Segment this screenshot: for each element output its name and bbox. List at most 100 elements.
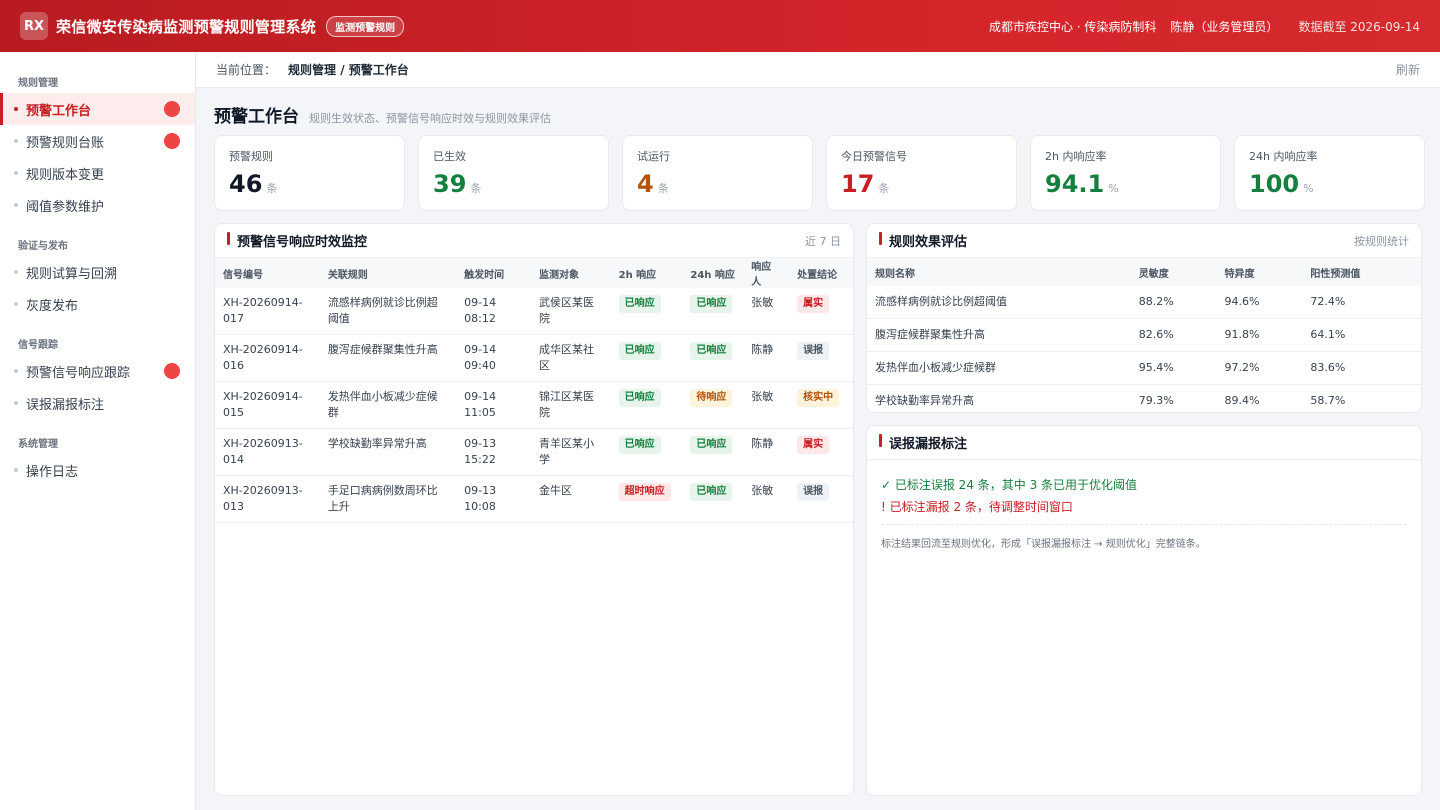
table-row[interactable]: 发热伴血小板减少症候群 95.4% 97.2% 83.6% — [867, 351, 1421, 385]
table-row[interactable]: XH-20260913-013 手足口病病例数周环比上升 09-13 10:08 金牛… — [215, 475, 853, 523]
app-title: 荣信微安传染病监测预警规则管理系统 — [56, 17, 317, 36]
response-24h-badge: 已响应 — [690, 436, 733, 454]
monitor-target: 锦江区某医院 — [530, 381, 611, 429]
disposal-result-badge: 核实中 — [797, 389, 840, 407]
positive-predictive-value: 64.1% — [1302, 318, 1421, 352]
missed-alarm-summary: ! 已标注漏报 2 条，待调整时间窗口 — [881, 500, 1073, 514]
response-2h-badge: 已响应 — [618, 342, 661, 360]
responder: 张敏 — [743, 288, 790, 335]
sidebar-item-backtest[interactable]: 规则试算与回溯 — [0, 256, 195, 288]
stat-label: 已生效 — [433, 150, 466, 163]
column-header: 2h 响应 — [618, 269, 657, 281]
alert-dot-icon — [164, 101, 180, 117]
rule-name: 发热伴血小板减少症候群 — [319, 381, 457, 429]
stat-value: 94.1 — [1045, 170, 1105, 198]
sidebar-item-false-alarm[interactable]: 误报漏报标注 — [0, 387, 195, 419]
stat-value: 46 — [229, 170, 263, 198]
breadcrumb-label: 当前位置： — [216, 63, 277, 77]
stat-label: 24h 内响应率 — [1249, 150, 1318, 163]
sidebar-item-label: 规则试算与回溯 — [26, 266, 118, 282]
module-badge: 监测预警规则 — [326, 15, 405, 37]
refresh-button[interactable]: 刷新 — [1396, 61, 1420, 78]
evaluation-table: 规则名称 灵敏度 特异度 阳性预测值 流感样病例就诊比例超阈值 88.2% 94.6% 72… — [867, 258, 1421, 412]
table-row[interactable]: XH-20260914-016 腹泻症候群聚集性升高 09-14 09:40 成华区某… — [215, 334, 853, 382]
sidebar-item-version-change[interactable]: 规则版本变更 — [0, 157, 195, 189]
table-row[interactable]: 流感样病例就诊比例超阈值 88.2% 94.6% 72.4% — [867, 286, 1421, 319]
positive-predictive-value: 58.7% — [1302, 384, 1421, 412]
alert-dot-icon — [164, 133, 180, 149]
sidebar-item-signal-tracking[interactable]: 预警信号响应跟踪 — [0, 355, 195, 387]
table-row[interactable]: XH-20260914-015 发热伴血小板减少症候群 09-14 11:05 锦江区… — [215, 381, 853, 429]
table-row[interactable]: XH-20260913-014 学校缺勤率异常升高 09-13 15:22 青羊区某小… — [215, 428, 853, 476]
bullet-icon — [14, 107, 18, 111]
nav-group-title: 系统管理 — [18, 439, 58, 450]
current-user[interactable]: 陈静（业务管理员） — [1170, 18, 1278, 35]
trigger-time: 09-14 08:12 — [456, 288, 531, 335]
positive-predictive-value: 72.4% — [1302, 286, 1421, 319]
stat-card[interactable]: 今日预警信号 17 条 — [826, 135, 1017, 211]
stat-card[interactable]: 预警规则 46 条 — [214, 135, 405, 211]
table-row[interactable]: 腹泻症候群聚集性升高 82.6% 91.8% 64.1% — [867, 318, 1421, 352]
sensitivity: 79.3% — [1130, 384, 1217, 412]
response-2h-badge: 已响应 — [618, 436, 661, 454]
sidebar-item-label: 灰度发布 — [26, 298, 79, 314]
sensitivity: 82.6% — [1130, 318, 1217, 352]
period-filter[interactable]: 近 7 日 — [805, 233, 841, 249]
column-header: 灵敏度 — [1138, 268, 1169, 280]
main-content: 当前位置： 规则管理 / 预警工作台 刷新 预警工作台 规则生效状态、预警信号响… — [196, 52, 1440, 810]
trigger-time: 09-13 15:22 — [456, 428, 531, 476]
column-header: 信号编号 — [223, 269, 263, 281]
panel-title: 误报漏报标注 — [879, 433, 967, 452]
nav-group-title: 规则管理 — [18, 78, 58, 89]
trigger-time: 09-14 09:40 — [456, 334, 531, 382]
panel-header: 误报漏报标注 — [867, 426, 1421, 460]
group-by-rule-link[interactable]: 按规则统计 — [1354, 233, 1409, 249]
rule-name: 学校缺勤率异常升高 — [867, 384, 1131, 412]
rule-name: 学校缺勤率异常升高 — [319, 428, 457, 476]
column-header: 24h 响应 — [690, 269, 735, 281]
divider — [881, 524, 1407, 525]
stat-card[interactable]: 24h 内响应率 100% — [1234, 135, 1425, 211]
stat-label: 预警规则 — [229, 150, 273, 163]
column-header: 关联规则 — [327, 269, 368, 281]
rule-name: 手足口病病例数周环比上升 — [319, 475, 457, 523]
breadcrumb: 当前位置： 规则管理 / 预警工作台 刷新 — [196, 52, 1440, 88]
panel-title: 规则效果评估 — [879, 231, 967, 250]
sidebar-item-label: 操作日志 — [26, 464, 79, 480]
panel-header: 规则效果评估 按规则统计 — [867, 224, 1421, 258]
panel-title: 预警信号响应时效监控 — [227, 231, 367, 250]
signal-id: XH-20260913-013 — [215, 475, 320, 523]
stat-unit: 条 — [470, 182, 482, 195]
table-row[interactable]: XH-20260914-017 流感样病例就诊比例超阈值 09-14 08:12 武侯… — [215, 288, 853, 335]
bullet-icon — [14, 139, 18, 143]
table-row[interactable]: 学校缺勤率异常升高 79.3% 89.4% 58.7% — [867, 384, 1421, 412]
column-header: 处置结论 — [797, 269, 838, 281]
stat-card[interactable]: 试运行 4 条 — [622, 135, 813, 211]
sidebar-item-label: 阈值参数维护 — [26, 199, 105, 215]
sidebar: 规则管理 预警工作台 预警规则台账 规则版本变更 阈值参数维护 验证与发布 规则… — [0, 52, 196, 810]
bullet-icon — [14, 302, 18, 306]
sidebar-item-threshold[interactable]: 阈值参数维护 — [0, 189, 195, 221]
stat-card[interactable]: 已生效 39 条 — [418, 135, 609, 211]
rule-name: 流感样病例就诊比例超阈值 — [319, 288, 457, 335]
stat-cards: 预警规则 46 条已生效 39 条试运行 4 条今日预警信号 17 条 2h 内响应率 94.1% 2… — [214, 135, 1425, 211]
monitor-target: 金牛区 — [530, 475, 611, 523]
false-alarm-summary: ✓ 已标注误报 24 条，其中 3 条已用于优化阈值 — [881, 478, 1138, 492]
column-header: 触发时间 — [464, 269, 505, 281]
response-24h-badge: 已响应 — [690, 483, 733, 501]
responder: 张敏 — [743, 381, 790, 429]
sidebar-item-rule-ledger[interactable]: 预警规则台账 — [0, 125, 195, 157]
rule-name: 腹泻症候群聚集性升高 — [867, 318, 1131, 352]
sidebar-item-label: 预警工作台 — [26, 103, 92, 119]
response-24h-badge: 已响应 — [690, 295, 733, 313]
monitor-target: 成华区某社区 — [530, 334, 611, 382]
feedback-note: 标注结果回流至规则优化，形成「误报漏报标注 → 规则优化」完整链条。 — [881, 539, 1206, 550]
sidebar-item-gray-release[interactable]: 灰度发布 — [0, 288, 195, 320]
stat-card[interactable]: 2h 内响应率 94.1% — [1030, 135, 1221, 211]
nav-group-title: 信号跟踪 — [18, 340, 58, 351]
sensitivity: 88.2% — [1130, 286, 1217, 319]
sidebar-item-workbench[interactable]: 预警工作台 — [0, 93, 195, 125]
sidebar-item-operation-log[interactable]: 操作日志 — [0, 454, 195, 486]
signal-id: XH-20260913-014 — [215, 428, 320, 476]
org-name: 成都市疾控中心 · 传染病防制科 — [988, 19, 1157, 34]
